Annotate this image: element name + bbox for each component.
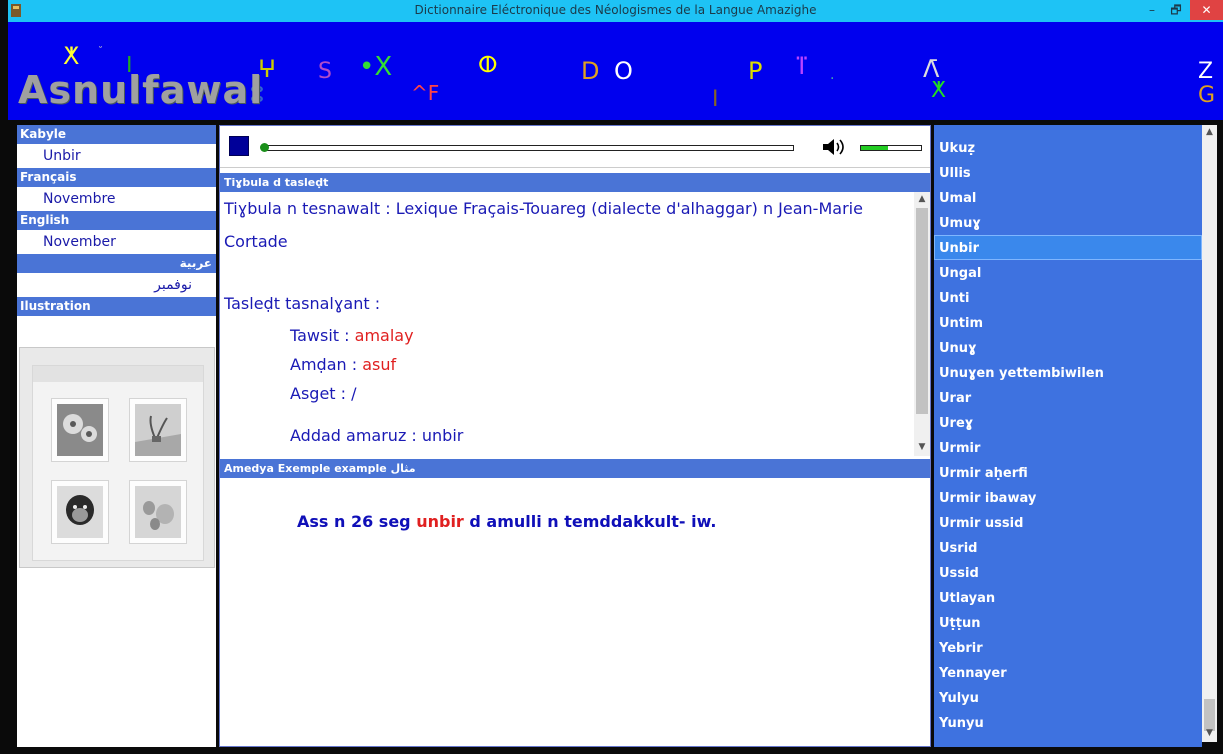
- thumbnail-fruits: [129, 480, 187, 544]
- volume-level: [861, 146, 888, 150]
- svg-text:D: D: [581, 57, 599, 85]
- tawsit-line: Tawsit : amalay: [290, 326, 414, 345]
- french-value: Novembre: [43, 191, 116, 207]
- audio-player: [220, 126, 930, 168]
- english-value: November: [43, 234, 116, 250]
- svg-text:ⴶ: ⴶ: [795, 52, 808, 80]
- word-list-item[interactable]: Urmir: [934, 435, 1202, 460]
- seek-slider[interactable]: [264, 145, 794, 151]
- illustration-label: Ilustration: [17, 297, 216, 316]
- scroll-up-icon[interactable]: ▲: [1202, 127, 1217, 137]
- word-list-item[interactable]: Urmir ibaway: [934, 485, 1202, 510]
- amdan-value: asuf: [362, 355, 397, 374]
- kabyle-value: Unbir: [43, 148, 81, 164]
- svg-text:P: P: [748, 57, 762, 85]
- word-list-item[interactable]: Unbir: [934, 235, 1202, 260]
- scroll-down-icon[interactable]: ▼: [1202, 728, 1217, 738]
- content-panel: Tiɣbula d tasleḍt Tiɣbula n tesnawalt : …: [219, 125, 931, 747]
- word-list-item[interactable]: Utlayan: [934, 585, 1202, 610]
- analysis-label: Tasleḍt tasnalɣant :: [224, 294, 381, 313]
- kabyle-label: Kabyle: [17, 125, 216, 144]
- banner: ⵅ ˘ ⵏ ⵖ S •X ⵓ ^F ⵀ D O P ⴶ . I ⴷ̄ ⵅ Z G…: [8, 22, 1223, 120]
- example-sentence: Ass n 26 seg unbir d amulli n temddakkul…: [297, 512, 716, 531]
- scroll-down-icon[interactable]: ▼: [914, 442, 930, 452]
- word-list-item[interactable]: Ussid: [934, 560, 1202, 585]
- volume-slider[interactable]: [860, 145, 922, 151]
- tawsit-label: Tawsit :: [290, 326, 355, 345]
- app-window: Dictionnaire Eléctronique des Néologisme…: [0, 0, 1223, 754]
- definition-body: Tiɣbula n tesnawalt : Lexique Fraçais-To…: [220, 192, 930, 456]
- scroll-thumb[interactable]: [916, 208, 928, 414]
- translation-panel: Kabyle Unbir Français Novembre English N…: [17, 125, 216, 747]
- word-list-panel: Ukuẓ Ullis Umal Umuɣ Unbir Ungal Unti Untim Unuɣ…: [934, 125, 1202, 747]
- svg-text:I: I: [712, 87, 719, 112]
- thumbnail-monkey: [51, 480, 109, 544]
- svg-text:ⵅ: ⵅ: [63, 42, 79, 70]
- definition-header: Tiɣbula d tasleḍt: [220, 173, 930, 192]
- word-list-item[interactable]: Ureɣ: [934, 410, 1202, 435]
- thumbnail-flower: [51, 398, 109, 462]
- close-button[interactable]: ✕: [1190, 0, 1223, 20]
- speaker-icon[interactable]: [822, 137, 848, 157]
- svg-text:ⵀ: ⵀ: [478, 53, 498, 78]
- word-list-item[interactable]: Umal: [934, 185, 1202, 210]
- seek-handle[interactable]: [260, 143, 269, 152]
- arabic-value: نوفمبر: [154, 277, 192, 293]
- french-label: Français: [17, 168, 216, 187]
- word-list-item[interactable]: Yennayer: [934, 660, 1202, 685]
- example-suffix: d amulli n temddakkult- iw.: [463, 512, 717, 531]
- svg-text:S: S: [318, 59, 332, 84]
- word-list-item[interactable]: Uṭṭun: [934, 610, 1202, 635]
- scroll-thumb[interactable]: [1204, 699, 1215, 731]
- word-list-scrollbar[interactable]: ▲ ▼: [1202, 125, 1217, 742]
- scroll-up-icon[interactable]: ▲: [914, 194, 930, 204]
- svg-text:˘: ˘: [98, 45, 103, 57]
- example-highlight: unbir: [416, 512, 464, 531]
- asget-line: Asget : /: [290, 384, 357, 403]
- word-list-item[interactable]: Ukuẓ: [934, 135, 1202, 160]
- source-line-2: Cortade: [224, 232, 288, 251]
- word-list-item[interactable]: Untim: [934, 310, 1202, 335]
- app-logo: Asnulfawal: [18, 68, 264, 112]
- source-line-1: Tiɣbula n tesnawalt : Lexique Fraçais-To…: [224, 199, 863, 218]
- arabic-label: عربية: [17, 254, 216, 273]
- tawsit-value: amalay: [354, 326, 414, 345]
- amdan-line: Amḍan : asuf: [290, 355, 396, 374]
- word-list-item[interactable]: Ullis: [934, 160, 1202, 185]
- word-list-item[interactable]: Yunyu: [934, 710, 1202, 735]
- word-list-item[interactable]: Urmir aḥerfi: [934, 460, 1202, 485]
- word-list: Ukuẓ Ullis Umal Umuɣ Unbir Ungal Unti Untim Unuɣ…: [934, 135, 1202, 735]
- word-list-item[interactable]: Unti: [934, 285, 1202, 310]
- restore-button[interactable]: 🗗: [1163, 0, 1189, 20]
- svg-text:•X: •X: [359, 52, 392, 82]
- title-bar: Dictionnaire Eléctronique des Néologisme…: [8, 0, 1223, 22]
- word-list-item[interactable]: Usrid: [934, 535, 1202, 560]
- svg-text:^F: ^F: [411, 81, 439, 105]
- illustration-image: [19, 347, 215, 568]
- word-list-item[interactable]: Unuɣ: [934, 335, 1202, 360]
- svg-text:Z: Z: [1198, 59, 1213, 84]
- word-list-item[interactable]: Yulyu: [934, 685, 1202, 710]
- word-list-item[interactable]: Unuɣen yettembiwilen: [934, 360, 1202, 385]
- english-label: English: [17, 211, 216, 230]
- svg-text:O: O: [614, 57, 633, 85]
- example-prefix: Ass n 26 seg: [297, 512, 417, 531]
- definition-scrollbar[interactable]: ▲ ▼: [914, 192, 930, 456]
- addad-line: Addad amaruz : unbir: [290, 426, 464, 445]
- word-list-item[interactable]: Umuɣ: [934, 210, 1202, 235]
- stop-button[interactable]: [229, 136, 249, 156]
- thumbnail-plant: [129, 398, 187, 462]
- word-list-item[interactable]: Ungal: [934, 260, 1202, 285]
- illustration-window: [32, 365, 204, 561]
- word-list-item[interactable]: Urar: [934, 385, 1202, 410]
- minimize-button[interactable]: –: [1139, 0, 1165, 20]
- svg-text:.: .: [830, 67, 834, 83]
- example-header: Amedya Exemple example مثال: [220, 459, 930, 478]
- word-list-item[interactable]: Yebrir: [934, 635, 1202, 660]
- svg-text:G: G: [1198, 83, 1215, 108]
- window-title: Dictionnaire Eléctronique des Néologisme…: [414, 3, 817, 17]
- svg-text:ⵅ: ⵅ: [931, 78, 946, 103]
- amdan-label: Amḍan :: [290, 355, 363, 374]
- word-list-item[interactable]: Urmir ussid: [934, 510, 1202, 535]
